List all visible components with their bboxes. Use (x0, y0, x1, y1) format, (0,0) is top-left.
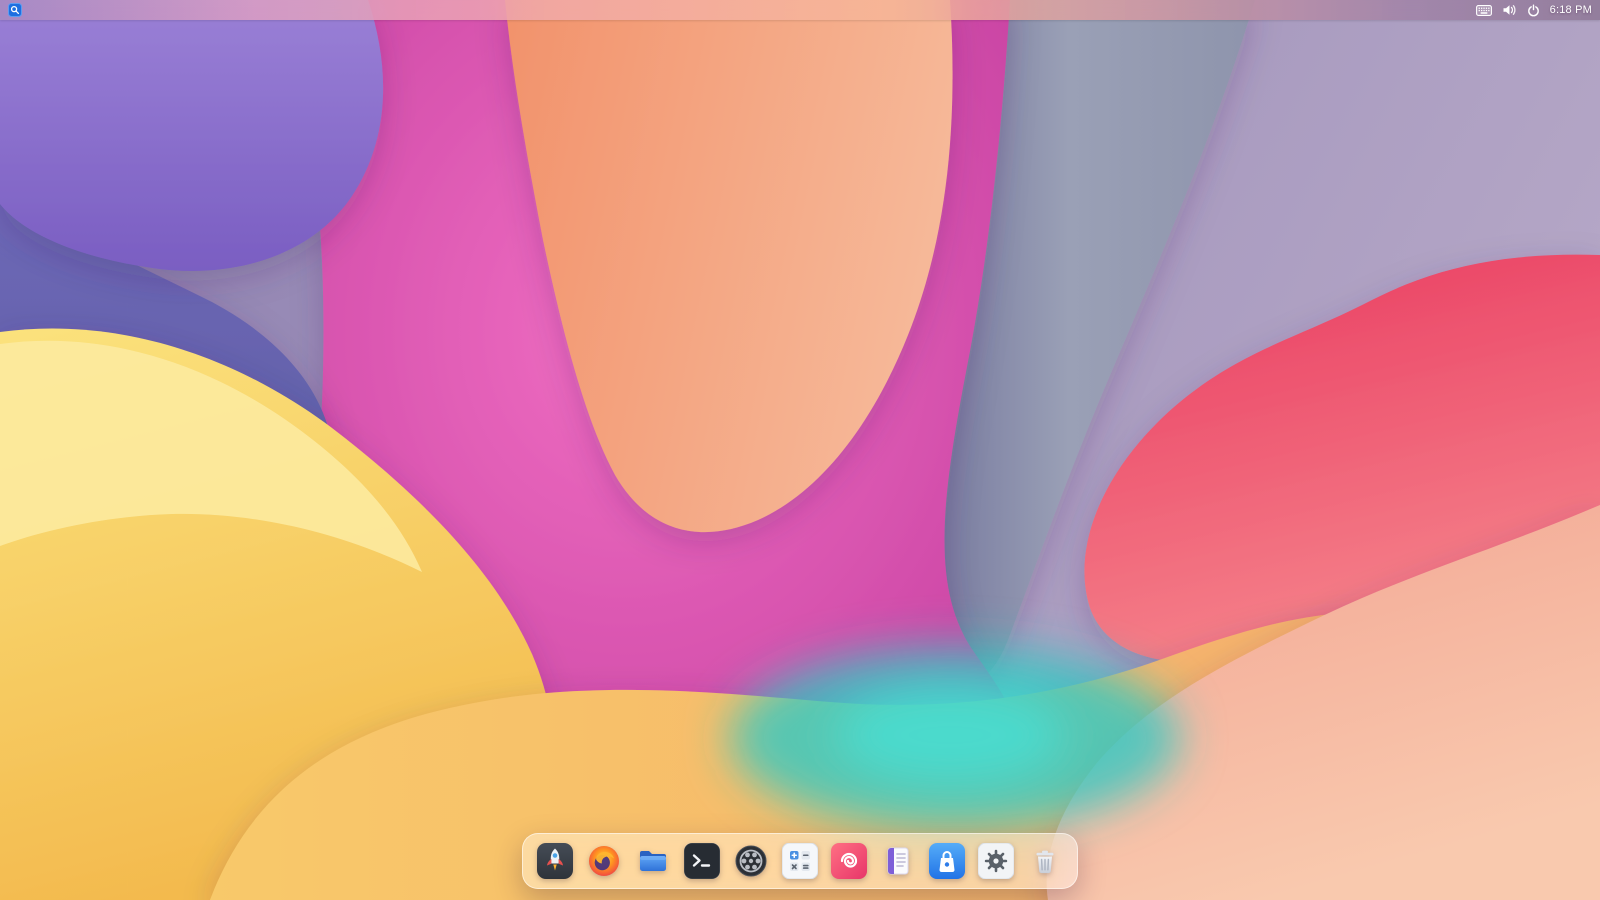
dock-item-firefox[interactable] (585, 842, 623, 880)
rocket-icon (537, 843, 573, 879)
dock-item-settings[interactable] (977, 842, 1015, 880)
keyboard-icon[interactable] (1476, 0, 1492, 20)
dock-item-file-manager[interactable] (634, 842, 672, 880)
dock-item-music[interactable] (830, 842, 868, 880)
desktop: 6:18 PM (0, 0, 1600, 900)
launcher-search-icon-glyph (8, 3, 22, 17)
power-icon-glyph (1527, 4, 1540, 17)
gear-icon (978, 843, 1014, 879)
top-panel: 6:18 PM (0, 0, 1600, 20)
power-icon[interactable] (1527, 0, 1540, 20)
dock (522, 833, 1078, 889)
panel-right: 6:18 PM (1476, 0, 1592, 20)
dock-item-terminal[interactable] (683, 842, 721, 880)
spiral-icon (831, 843, 867, 879)
firefox-icon (586, 843, 622, 879)
wallpaper (0, 0, 1600, 900)
launcher-search-icon[interactable] (8, 3, 22, 17)
keyboard-icon-glyph (1476, 5, 1492, 16)
dock-item-trash[interactable] (1026, 842, 1064, 880)
panel-left (8, 0, 22, 20)
volume-icon-glyph (1502, 4, 1517, 16)
shopping-bag-icon (929, 843, 965, 879)
dock-item-launcher[interactable] (536, 842, 574, 880)
folder-icon (635, 843, 671, 879)
dock-item-app-store[interactable] (928, 842, 966, 880)
terminal-prompt-icon (684, 843, 720, 879)
film-reel-icon (733, 843, 769, 879)
dock-item-documents[interactable] (879, 842, 917, 880)
dock-item-movie[interactable] (732, 842, 770, 880)
trash-bin-icon (1027, 843, 1063, 879)
volume-icon[interactable] (1502, 0, 1517, 20)
calculator-icon (782, 843, 818, 879)
dock-item-calculator[interactable] (781, 842, 819, 880)
clock[interactable]: 6:18 PM (1550, 0, 1592, 20)
document-icon (880, 843, 916, 879)
